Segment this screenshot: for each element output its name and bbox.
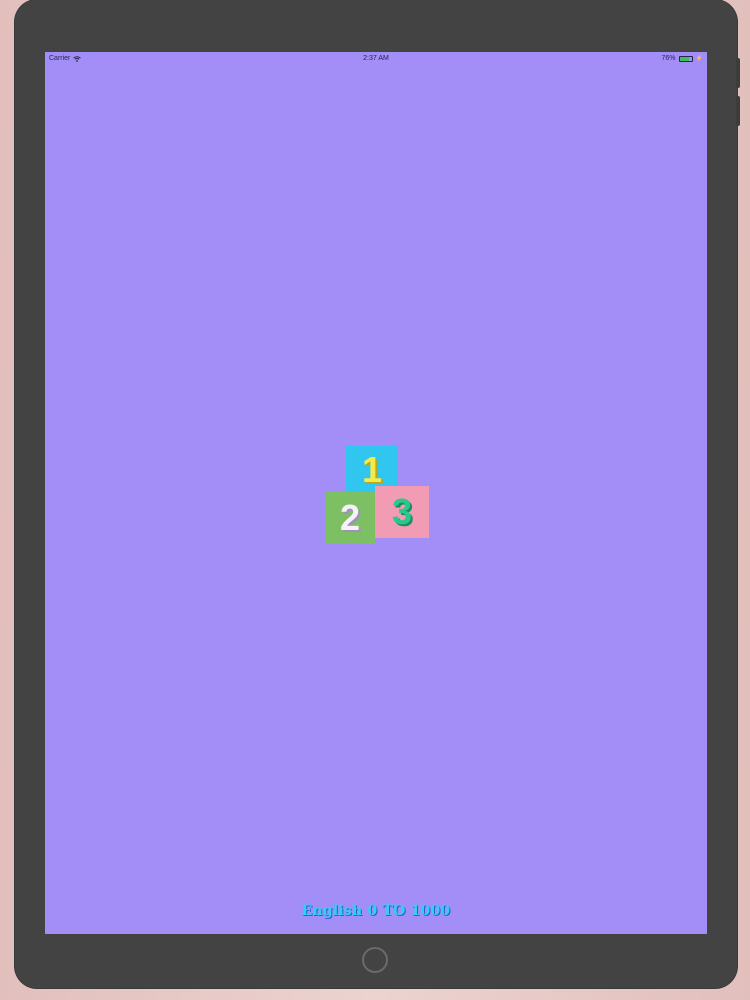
battery-percent: 76% [661,55,676,62]
app-title: English 0 TO 1000 [301,903,451,919]
status-bar: Carrier 2:37 AM 76% ⚡ [45,52,707,66]
charging-icon: ⚡ [695,55,703,62]
logo-block-three: 3 [375,486,429,538]
status-right: 76% ⚡ [662,55,704,62]
app-logo: 1 2 3 [325,446,431,546]
volume-up-button[interactable] [736,58,740,88]
status-time: 2:37 AM [363,55,389,62]
battery-icon [678,55,693,62]
logo-block-two: 2 [325,492,375,544]
battery-fill [679,56,689,61]
home-button-icon[interactable] [362,947,388,973]
volume-down-button[interactable] [736,96,740,126]
device-screen: Carrier 2:37 AM 76% ⚡ 1 2 3 English 0 TO… [45,52,707,934]
